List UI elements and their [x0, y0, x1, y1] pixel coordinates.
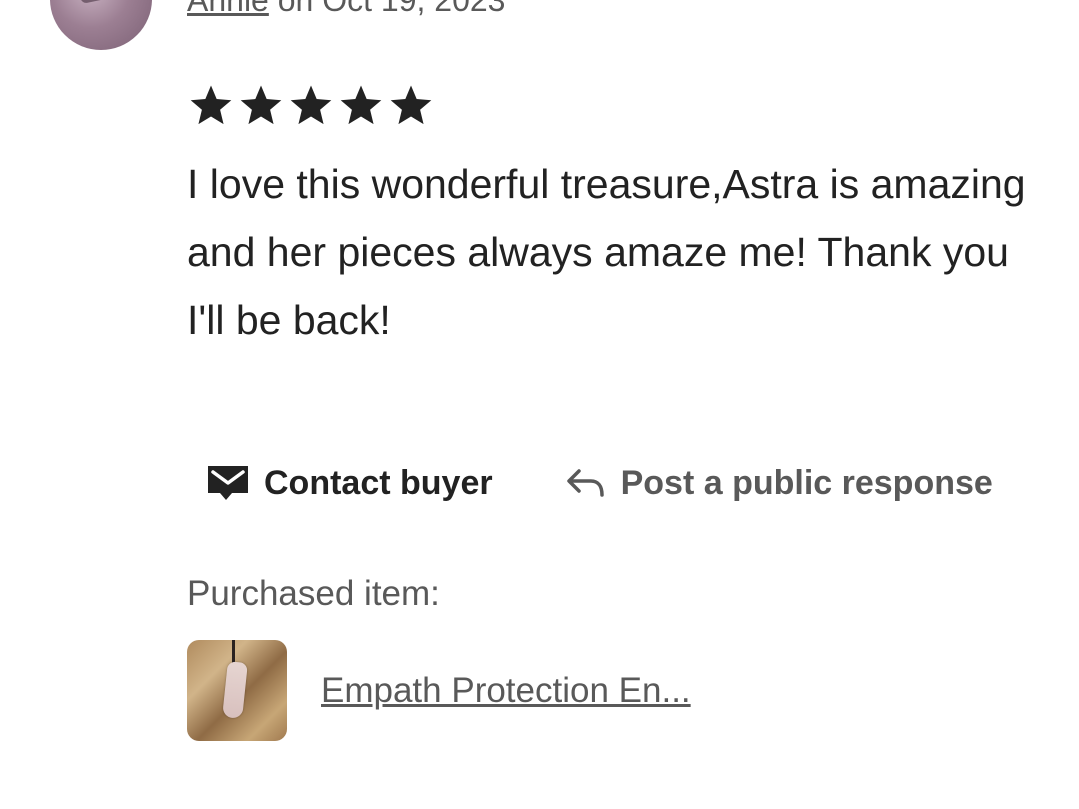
review-text: I love this wonderful treasure,Astra is … — [187, 161, 1026, 343]
star-icon — [240, 85, 282, 125]
star-icon — [340, 85, 382, 125]
contact-buyer-button[interactable]: Contact buyer — [206, 463, 493, 503]
mail-icon — [208, 466, 248, 500]
item-title-link[interactable]: Empath Protection En... — [321, 671, 691, 711]
post-public-response-button[interactable]: Post a public response — [565, 464, 993, 503]
star-rating — [187, 82, 435, 128]
post-public-response-label: Post a public response — [620, 463, 993, 502]
contact-buyer-label: Contact buyer — [264, 463, 493, 502]
star-icon — [290, 85, 332, 125]
review-date: on Oct 19, 2023 — [277, 0, 506, 18]
review-byline: Annie on Oct 19, 2023 — [187, 0, 505, 18]
star-icon — [190, 85, 232, 125]
pendant-crystal — [222, 661, 248, 719]
purchased-item: Empath Protection En... — [187, 640, 691, 741]
star-icon — [390, 85, 432, 125]
item-thumbnail[interactable] — [187, 640, 287, 741]
buyer-avatar[interactable] — [50, 0, 152, 50]
buyer-name-link[interactable]: Annie — [187, 0, 269, 18]
reply-arrow-icon — [566, 469, 604, 497]
review-actions: Contact buyer Post a public response — [206, 463, 993, 503]
purchased-item-label: Purchased item: — [187, 574, 440, 613]
